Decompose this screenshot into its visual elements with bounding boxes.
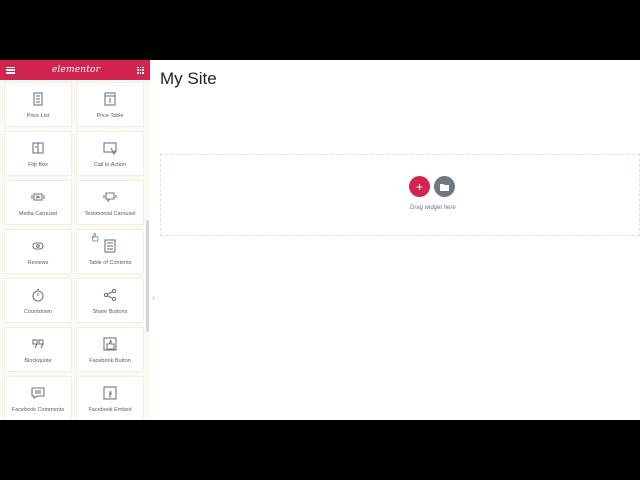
- widget-grid: Price List Price Table Flip Box Call to …: [4, 82, 144, 420]
- widget-label: Flip Box: [28, 162, 48, 168]
- countdown-icon: [30, 287, 46, 303]
- widget-reviews[interactable]: Reviews: [4, 229, 72, 274]
- widget-label: Facebook Comments: [11, 407, 65, 413]
- widget-testimonial-carousel[interactable]: Testimonial Carousel: [76, 180, 144, 225]
- widget-drop-zone[interactable]: [160, 154, 640, 236]
- widget-facebook-embed[interactable]: Facebook Embed: [76, 376, 144, 420]
- widget-panel: elementor Price List Price Table Flip Bo…: [0, 60, 150, 420]
- widget-label: Facebook Embed: [88, 407, 132, 413]
- drag-widget-hint: Drag widget here: [410, 205, 456, 211]
- page-title: My Site: [160, 69, 217, 88]
- widget-label: Facebook Button: [89, 358, 131, 364]
- media-carousel-icon: [30, 189, 46, 205]
- widget-media-carousel[interactable]: Media Carousel: [4, 180, 72, 225]
- widget-label: Call to Action: [93, 162, 127, 168]
- table-of-contents-icon: [102, 238, 118, 254]
- widget-label: Testimonial Carousel: [84, 211, 136, 217]
- widget-facebook-comments[interactable]: Facebook Comments: [4, 376, 72, 420]
- share-buttons-icon: [102, 287, 118, 303]
- elementor-logo: elementor: [51, 65, 101, 75]
- facebook-embed-icon: [102, 385, 118, 401]
- flip-box-icon: [30, 140, 46, 156]
- panel-scrollbar[interactable]: [146, 220, 149, 332]
- facebook-comments-icon: [30, 385, 46, 401]
- widgets-grid-icon[interactable]: [136, 66, 144, 74]
- widget-label: Table of Contents: [88, 260, 132, 266]
- widget-label: Price List: [26, 113, 50, 119]
- widget-price-table[interactable]: Price Table: [76, 82, 144, 127]
- hand-cursor-icon: [91, 233, 99, 242]
- testimonial-carousel-icon: [102, 189, 118, 205]
- menu-icon[interactable]: [6, 66, 15, 74]
- collapse-panel-chevron-icon[interactable]: ‹: [150, 292, 157, 304]
- widget-call-to-action[interactable]: Call to Action: [76, 131, 144, 176]
- panel-header: elementor: [0, 60, 150, 80]
- widget-blockquote[interactable]: Blockquote: [4, 327, 72, 372]
- widget-label: Price Table: [96, 113, 124, 119]
- widget-share-buttons[interactable]: Share Buttons: [76, 278, 144, 323]
- preview-canvas: My Site + Drag widget here: [157, 60, 640, 420]
- widget-label: Reviews: [27, 260, 49, 266]
- call-to-action-icon: [102, 140, 118, 156]
- widget-label: Blockquote: [24, 358, 52, 364]
- drop-zone-actions: +: [409, 176, 455, 197]
- add-template-button[interactable]: [434, 176, 455, 197]
- price-list-icon: [30, 91, 46, 107]
- widget-label: Share Buttons: [92, 309, 128, 315]
- widget-table-of-contents[interactable]: Table of Contents: [76, 229, 144, 274]
- add-section-button[interactable]: +: [409, 176, 430, 197]
- widget-facebook-button[interactable]: Facebook Button: [76, 327, 144, 372]
- widget-price-list[interactable]: Price List: [4, 82, 72, 127]
- editor-screen: elementor Price List Price Table Flip Bo…: [0, 60, 640, 420]
- widget-label: Countdown: [24, 309, 52, 315]
- folder-icon: [440, 183, 449, 191]
- widget-label: Media Carousel: [18, 211, 58, 217]
- widget-list: Price List Price Table Flip Box Call to …: [0, 80, 150, 420]
- widget-flip-box[interactable]: Flip Box: [4, 131, 72, 176]
- facebook-button-icon: [102, 336, 118, 352]
- blockquote-icon: [30, 336, 46, 352]
- reviews-icon: [30, 238, 46, 254]
- price-table-icon: [102, 91, 118, 107]
- widget-countdown[interactable]: Countdown: [4, 278, 72, 323]
